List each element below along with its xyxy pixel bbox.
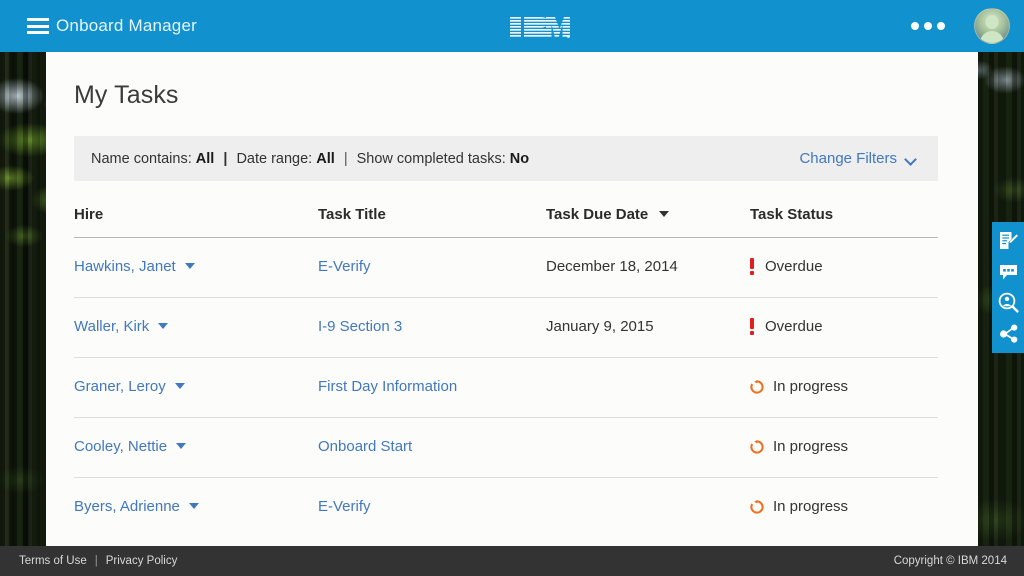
overflow-menu-icon[interactable]: [911, 21, 945, 31]
task-title-link[interactable]: First Day Information: [318, 378, 457, 395]
column-header-label: Task Title: [318, 206, 386, 223]
status-label: In progress: [773, 498, 848, 515]
hire-link[interactable]: Hawkins, Janet: [74, 258, 176, 275]
change-filters-button[interactable]: Change Filters: [799, 150, 917, 167]
page-title: My Tasks: [74, 81, 179, 110]
hamburger-line: [27, 25, 49, 28]
filter-daterange-label: Date range:: [236, 151, 312, 167]
share-network-icon[interactable]: [997, 322, 1019, 344]
hire-dropdown-caret-icon[interactable]: [175, 383, 185, 389]
hamburger-menu-icon[interactable]: [27, 18, 49, 34]
cell-task-status: Overdue: [750, 318, 823, 335]
table-row: Waller, Kirk I-9 Section 3 January 9, 20…: [74, 298, 938, 358]
column-header-label: Task Status: [750, 206, 833, 223]
cell-task-due-date: January 9, 2015: [546, 318, 654, 335]
status-label: Overdue: [765, 318, 823, 335]
filter-separator: |: [218, 151, 232, 167]
cell-task-title: First Day Information: [318, 378, 457, 395]
hire-dropdown-caret-icon[interactable]: [189, 503, 199, 509]
app-window: Onboard Manager: [0, 0, 1024, 576]
refresh-circle-icon: [750, 500, 764, 514]
table-row: Graner, Leroy First Day Information: [74, 358, 938, 418]
column-header-label: Hire: [74, 206, 103, 223]
hire-link[interactable]: Cooley, Nettie: [74, 438, 167, 455]
footer-separator: |: [95, 555, 98, 567]
tasks-table: Hire Task Title Task Due Date Task Statu…: [74, 200, 938, 538]
chevron-down-icon: [906, 155, 917, 162]
hire-dropdown-caret-icon[interactable]: [176, 443, 186, 449]
filter-showcompleted-label: Show completed tasks:: [357, 151, 506, 167]
hire-link[interactable]: Byers, Adrienne: [74, 498, 180, 515]
cell-hire: Byers, Adrienne: [74, 498, 199, 515]
cell-task-status: In progress: [750, 498, 848, 515]
dot: [911, 22, 919, 30]
filter-showcompleted-value: No: [510, 151, 529, 167]
footer-links: Terms of Use | Privacy Policy: [19, 555, 177, 567]
status-label: In progress: [773, 378, 848, 395]
refresh-circle-icon: [750, 380, 764, 394]
cell-task-title: E-Verify: [318, 498, 371, 515]
task-title-link[interactable]: E-Verify: [318, 258, 371, 275]
main-content-panel: My Tasks Name contains: All | Date range…: [46, 52, 978, 546]
cell-task-status: In progress: [750, 378, 848, 395]
status-label: Overdue: [765, 258, 823, 275]
form-edit-icon[interactable]: [997, 229, 1019, 251]
column-header-label: Task Due Date: [546, 206, 648, 223]
cell-hire: Waller, Kirk: [74, 318, 168, 335]
filter-name-label: Name contains:: [91, 151, 192, 167]
exclamation-icon: [750, 318, 756, 335]
cell-task-due-date: December 18, 2014: [546, 258, 678, 275]
copyright-text: Copyright © IBM 2014: [894, 555, 1007, 567]
table-row: Byers, Adrienne E-Verify In prog: [74, 478, 938, 538]
column-header-task-title[interactable]: Task Title: [318, 206, 386, 223]
hire-link[interactable]: Waller, Kirk: [74, 318, 149, 335]
avatar-head: [986, 15, 999, 29]
cell-task-status: In progress: [750, 438, 848, 455]
cell-hire: Hawkins, Janet: [74, 258, 195, 275]
column-header-task-status[interactable]: Task Status: [750, 206, 833, 223]
column-header-hire[interactable]: Hire: [74, 206, 103, 223]
sort-descending-caret-icon[interactable]: [659, 211, 669, 217]
exclamation-icon: [750, 258, 756, 275]
ibm-logo: [510, 17, 570, 38]
table-row: Hawkins, Janet E-Verify December 18, 201…: [74, 238, 938, 298]
cell-task-status: Overdue: [750, 258, 823, 275]
status-label: In progress: [773, 438, 848, 455]
task-title-link[interactable]: Onboard Start: [318, 438, 412, 455]
filter-summary-text: Name contains: All | Date range: All | S…: [91, 151, 529, 167]
app-title: Onboard Manager: [56, 0, 197, 52]
cell-task-title: I-9 Section 3: [318, 318, 402, 335]
user-avatar[interactable]: [974, 8, 1010, 44]
avatar-body: [980, 31, 1004, 44]
cell-hire: Cooley, Nettie: [74, 438, 186, 455]
privacy-policy-link[interactable]: Privacy Policy: [106, 555, 178, 567]
cell-hire: Graner, Leroy: [74, 378, 185, 395]
refresh-circle-icon: [750, 440, 764, 454]
dot: [937, 22, 945, 30]
hamburger-line: [27, 18, 49, 21]
change-filters-label: Change Filters: [799, 150, 897, 167]
terms-of-use-link[interactable]: Terms of Use: [19, 555, 87, 567]
filter-summary-bar: Name contains: All | Date range: All | S…: [74, 136, 938, 181]
filter-daterange-value: All: [316, 151, 335, 167]
table-header-row: Hire Task Title Task Due Date Task Statu…: [74, 200, 938, 238]
hamburger-line: [27, 31, 49, 34]
cell-task-title: Onboard Start: [318, 438, 412, 455]
footer-bar: Terms of Use | Privacy Policy Copyright …: [0, 546, 1024, 576]
filter-separator: |: [339, 151, 353, 167]
dot: [924, 22, 932, 30]
task-title-link[interactable]: E-Verify: [318, 498, 371, 515]
task-title-link[interactable]: I-9 Section 3: [318, 318, 402, 335]
table-row: Cooley, Nettie Onboard Start In: [74, 418, 938, 478]
filter-name-value: All: [196, 151, 215, 167]
column-header-task-due-date[interactable]: Task Due Date: [546, 206, 669, 223]
side-toolbar: [992, 222, 1024, 353]
top-header-bar: Onboard Manager: [0, 0, 1024, 52]
person-search-icon[interactable]: [997, 291, 1019, 313]
hire-link[interactable]: Graner, Leroy: [74, 378, 166, 395]
chat-bubble-icon[interactable]: [997, 260, 1019, 282]
cell-task-title: E-Verify: [318, 258, 371, 275]
hire-dropdown-caret-icon[interactable]: [185, 263, 195, 269]
hire-dropdown-caret-icon[interactable]: [158, 323, 168, 329]
